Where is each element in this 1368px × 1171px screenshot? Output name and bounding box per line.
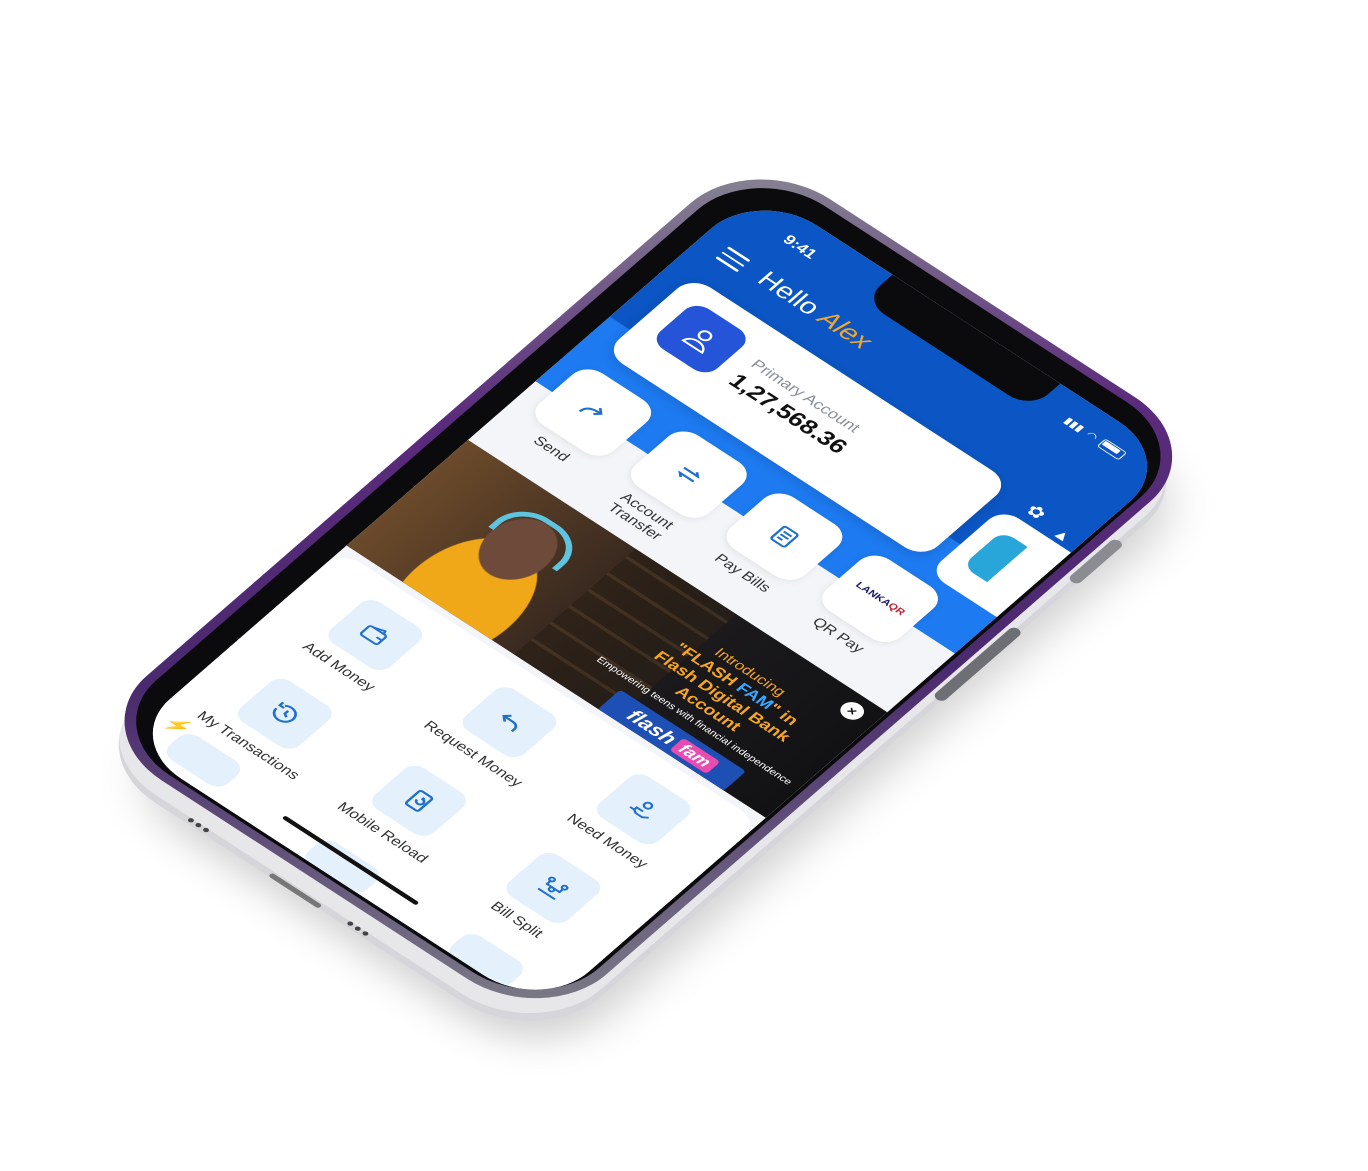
card-peek-accent bbox=[961, 530, 1028, 583]
phone-bezel: 9:41 ▮▮▮ ◠ Hello Alex ✿ ▴ Primary Accoun… bbox=[99, 160, 1198, 1018]
phone-frame: 9:41 ▮▮▮ ◠ Hello Alex ✿ ▴ Primary Accoun… bbox=[84, 149, 1213, 1029]
mockup-stage: 9:41 ▮▮▮ ◠ Hello Alex ✿ ▴ Primary Accoun… bbox=[0, 0, 1368, 1171]
close-icon[interactable]: × bbox=[835, 698, 869, 724]
phone-mockup: 9:41 ▮▮▮ ◠ Hello Alex ✿ ▴ Primary Accoun… bbox=[78, 149, 1223, 1070]
lankaqr-text-a: LANKA bbox=[852, 580, 894, 609]
lankaqr-text-b: QR bbox=[885, 601, 908, 618]
user-icon bbox=[649, 300, 753, 378]
